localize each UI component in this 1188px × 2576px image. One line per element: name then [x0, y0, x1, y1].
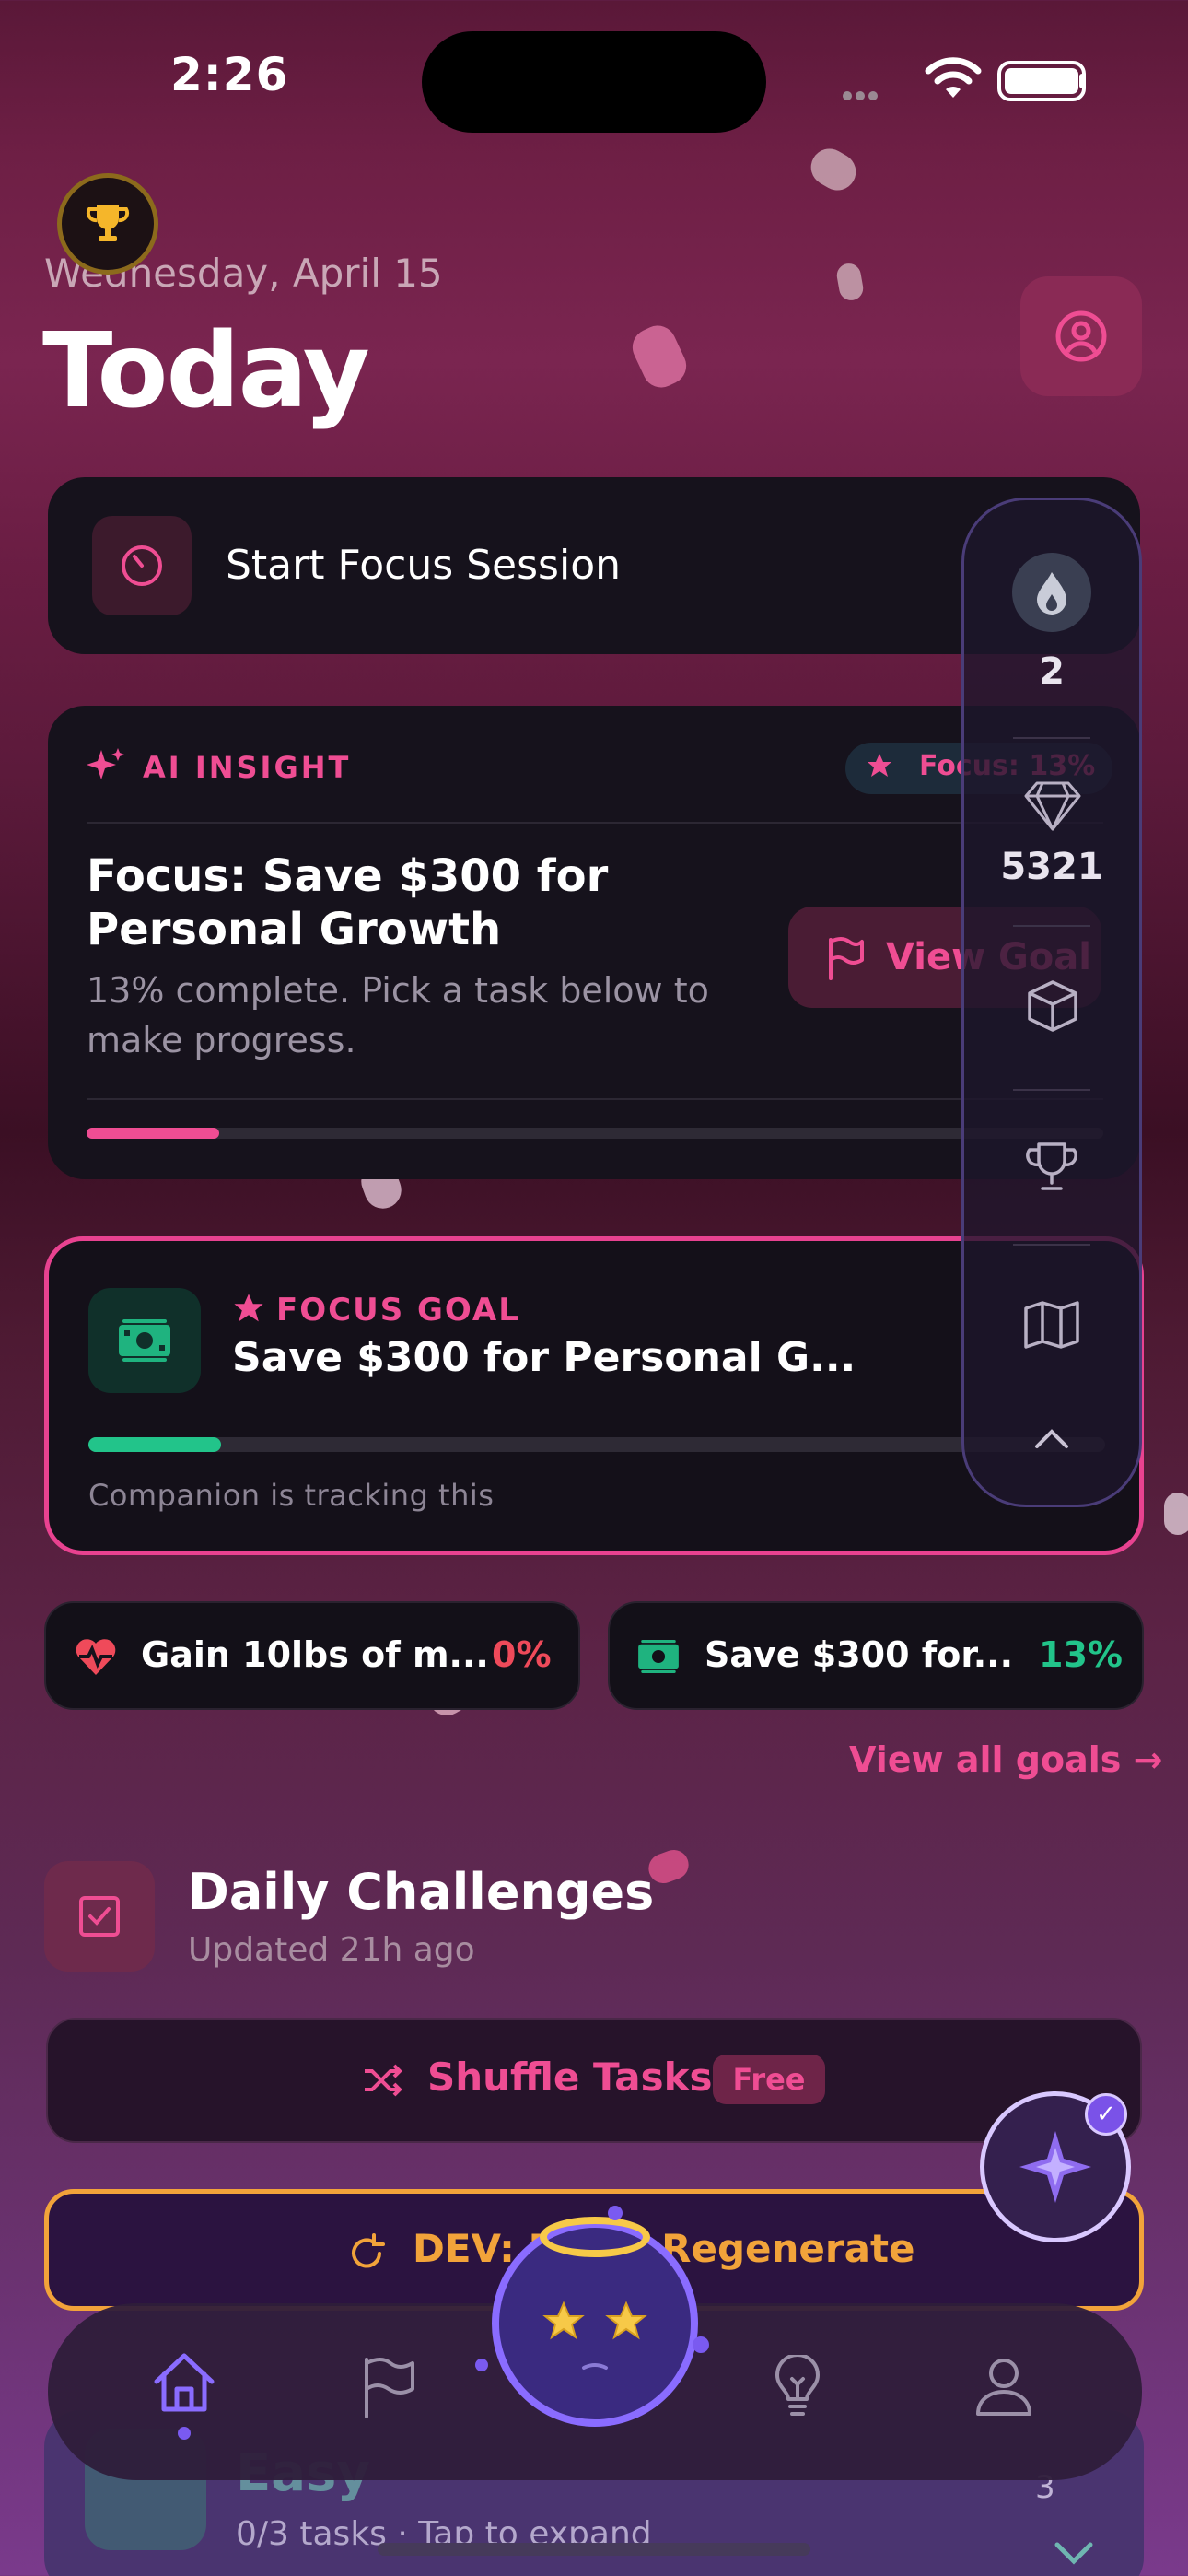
- box-icon[interactable]: [1026, 978, 1079, 1037]
- rail-divider: [1013, 1089, 1090, 1091]
- focus-session-label: Start Focus Session: [226, 542, 621, 589]
- trophy-outline-icon[interactable]: [1024, 1139, 1079, 1198]
- tracking-note: Companion is tracking this: [88, 1478, 495, 1513]
- tab-insights[interactable]: [742, 2333, 853, 2443]
- rail-divider: [1013, 1244, 1090, 1246]
- focus-goal-progress-bar: [88, 1437, 1105, 1452]
- shuffle-icon: [363, 2062, 403, 2102]
- rail-divider: [1013, 737, 1090, 739]
- checkbox-icon: [44, 1861, 155, 1972]
- goal-percent: 13%: [1039, 1634, 1123, 1675]
- home-icon: [154, 2353, 215, 2412]
- confetti-piece: [804, 142, 863, 197]
- tab-goals[interactable]: [333, 2333, 444, 2443]
- halo-icon: [540, 2217, 650, 2257]
- focus-goal-title: Save $300 for Personal G...: [232, 1334, 856, 1381]
- heart-pulse-icon: [74, 1636, 118, 1680]
- flag-icon: [825, 936, 866, 984]
- shuffle-tasks-label: Shuffle Tasks: [427, 2055, 713, 2100]
- check-badge-icon: ✓: [1085, 2093, 1127, 2136]
- status-time: 2:26: [170, 48, 289, 101]
- daily-challenges-title: Daily Challenges: [188, 1863, 655, 1921]
- focus-goal-progress-fill: [88, 1437, 221, 1452]
- tab-home[interactable]: [129, 2327, 239, 2438]
- refresh-icon: [348, 2233, 387, 2276]
- divider: [87, 822, 1103, 824]
- dynamic-island: [422, 31, 766, 133]
- chevron-up-icon[interactable]: [1031, 1426, 1072, 1456]
- daily-challenges-updated: Updated 21h ago: [188, 1931, 475, 1969]
- gem-icon: [1024, 779, 1081, 835]
- insight-title: Focus: Save $300 for Personal Growth: [87, 850, 609, 955]
- rail-divider: [1013, 925, 1090, 927]
- insight-progress-fill: [87, 1128, 219, 1139]
- sparkle-dot: [475, 2359, 488, 2371]
- confetti-piece: [1164, 1493, 1188, 1535]
- cellular-icon: [843, 87, 907, 100]
- home-indicator: [378, 2543, 810, 2556]
- gem-count: 5321: [1000, 846, 1103, 888]
- user-circle-icon: [1055, 310, 1107, 362]
- goal-title: Gain 10lbs of m...: [141, 1634, 489, 1675]
- ai-insight-label: AI INSIGHT: [143, 750, 352, 785]
- star-icon: [232, 1292, 265, 1329]
- lightbulb-icon: [775, 2355, 820, 2416]
- sparkle-icon: [85, 746, 125, 790]
- chevron-down-icon[interactable]: [1052, 2539, 1096, 2570]
- battery-icon: [997, 61, 1086, 101]
- timer-icon: [92, 516, 192, 615]
- streak-button[interactable]: [1012, 553, 1091, 632]
- focus-goal-label: FOCUS GOAL: [276, 1292, 520, 1329]
- wifi-icon: [921, 55, 985, 101]
- trophy-icon: [86, 205, 130, 241]
- confetti-piece: [834, 262, 866, 302]
- sparkle-dot: [608, 2206, 623, 2220]
- star-icon: [866, 752, 893, 783]
- streak-count: 2: [1039, 650, 1065, 693]
- confetti-piece: [626, 319, 693, 394]
- battery-cap: [1079, 74, 1085, 88]
- page-title: Today: [42, 311, 370, 431]
- view-all-goals-link[interactable]: View all goals →: [849, 1739, 1162, 1780]
- tab-profile[interactable]: [949, 2331, 1059, 2441]
- person-icon: [976, 2359, 1031, 2416]
- insight-progress-bar: [87, 1128, 1103, 1139]
- divider: [87, 1098, 1103, 1100]
- pet-face-icon: [542, 2301, 647, 2370]
- profile-button[interactable]: [1020, 276, 1142, 396]
- sparkle-dot: [693, 2336, 709, 2353]
- achievements-button[interactable]: [57, 173, 158, 275]
- free-badge: Free: [713, 2055, 825, 2104]
- map-icon[interactable]: [1022, 1299, 1081, 1354]
- flame-icon: [1037, 572, 1066, 615]
- goal-title: Save $300 for...: [705, 1634, 1014, 1675]
- goal-percent: 0%: [492, 1634, 552, 1675]
- money-icon: [635, 1638, 681, 1679]
- active-tab-indicator: [178, 2427, 191, 2440]
- insight-subtitle: 13% complete. Pick a task below to make …: [87, 970, 709, 1060]
- money-icon: [88, 1288, 201, 1393]
- sparkle-star-icon: [1019, 2131, 1091, 2203]
- flag-icon: [365, 2358, 414, 2418]
